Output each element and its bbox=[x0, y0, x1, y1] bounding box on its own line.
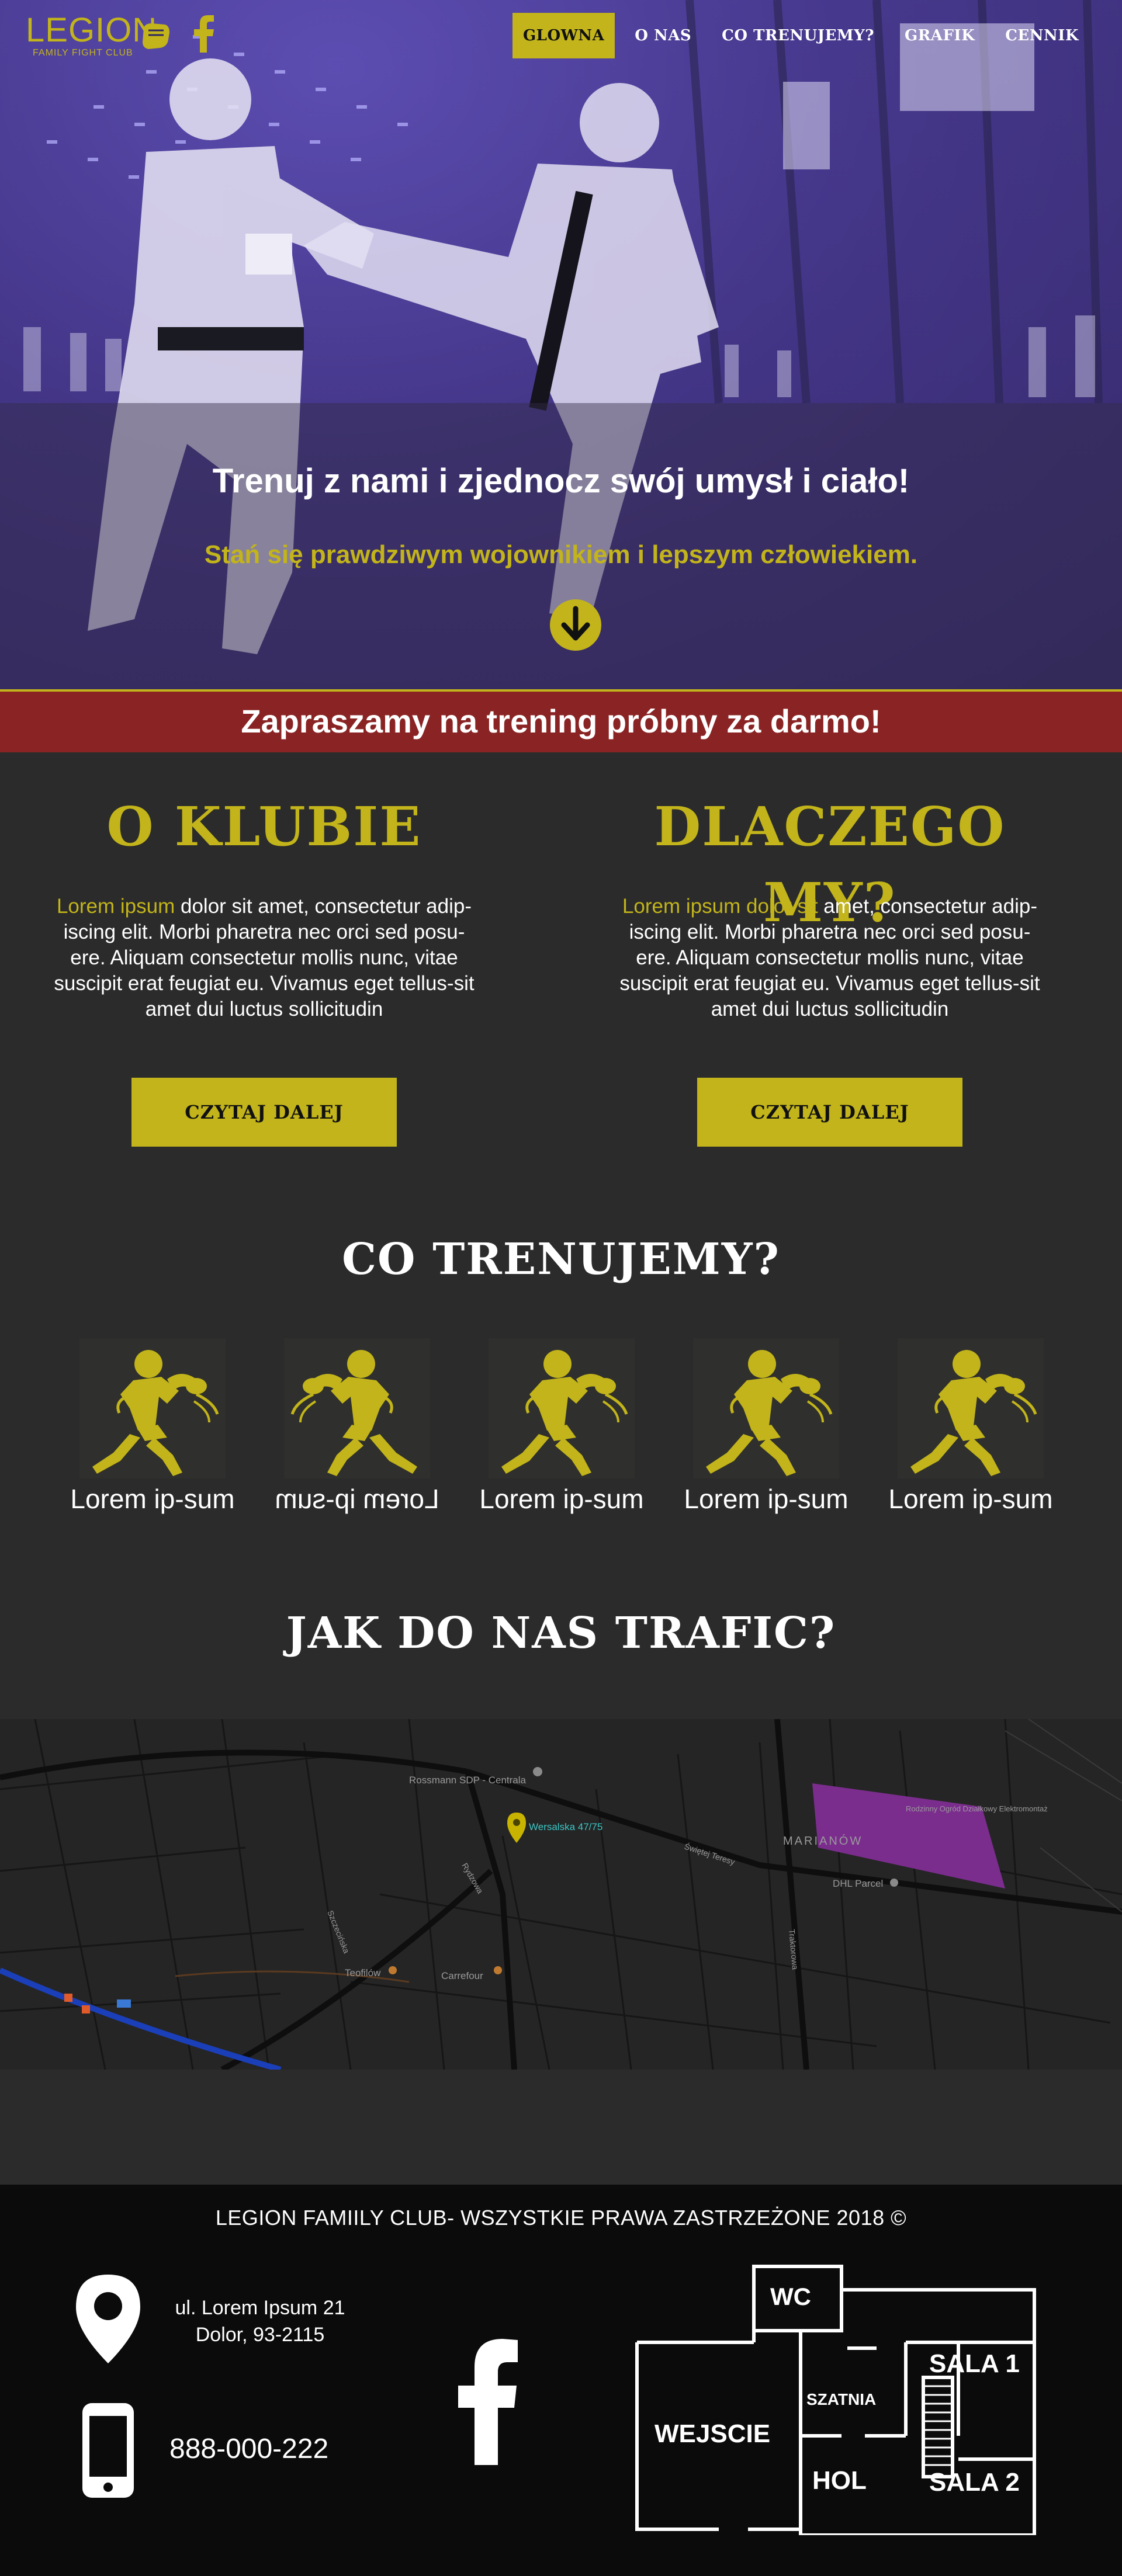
training-card-label: Lorem ip-sum bbox=[70, 1484, 235, 1514]
facebook-icon[interactable] bbox=[456, 2337, 520, 2465]
footer-copyright: LEGION FAMIILY CLUB- WSZYSTKIE PRAWA ZAS… bbox=[215, 2206, 907, 2230]
training-card-label: Lorem ip-sum bbox=[479, 1484, 644, 1514]
hero-title: Trenuj z nami i zjednocz swój umysł i ci… bbox=[212, 462, 910, 500]
facebook-icon[interactable] bbox=[192, 15, 215, 53]
floor-plan: WC SALA 1 SZATNIA WEJSCIE HOL SALA 2 bbox=[631, 2261, 1040, 2537]
map-label-place: Teofilów bbox=[345, 1967, 381, 1978]
boxer-icon bbox=[284, 1338, 430, 1478]
nav-item-cennik[interactable]: CENNIK bbox=[995, 13, 1089, 58]
footer-phone[interactable]: 888-000-222 bbox=[169, 2433, 328, 2465]
nav-item-o-nas[interactable]: O NAS bbox=[624, 13, 702, 58]
floorplan-sala-1: SALA 1 bbox=[929, 2349, 1020, 2378]
boxer-icon bbox=[79, 1338, 226, 1478]
footer: LEGION FAMIILY CLUB- WSZYSTKIE PRAWA ZAS… bbox=[0, 2185, 1122, 2576]
nav-item-glowna[interactable]: GLOWNA bbox=[512, 13, 615, 58]
why-us-column: DLACZEGO MY? Lorem ipsum dolor sit amet,… bbox=[608, 752, 1052, 1147]
map-label-shop1: Rossmann SDP - Centrala bbox=[409, 1775, 527, 1786]
hero-subtitle: Stań się prawdziwym wojownikiem i lepszy… bbox=[204, 540, 918, 569]
nav-item-co-trenujemy[interactable]: CO TRENUJEMY? bbox=[711, 13, 885, 58]
map-label-shop2: Carrefour bbox=[441, 1970, 483, 1981]
map-label-pin: Wersalska 47/75 bbox=[529, 1821, 602, 1832]
training-card-image bbox=[693, 1338, 839, 1478]
training-card[interactable]: Lorem ip-sum bbox=[465, 1338, 658, 1525]
floorplan-sala-2: SALA 2 bbox=[929, 2468, 1020, 2497]
boxer-icon bbox=[898, 1338, 1044, 1478]
footer-address: ul. Lorem Ipsum 21 Dolor, 93-2115 bbox=[167, 2294, 354, 2348]
why-us-title: DLACZEGO MY? bbox=[654, 795, 1006, 934]
training-card[interactable]: Lorem ip-sum bbox=[874, 1338, 1067, 1525]
free-trial-banner: Zapraszamy na trening próbny za darmo! bbox=[0, 689, 1122, 752]
why-us-highlight: Lorem ipsum dolor sit bbox=[622, 895, 818, 918]
phone-icon bbox=[82, 2403, 134, 2498]
training-card-label: Lorem ip-sum bbox=[684, 1484, 849, 1514]
floorplan-wejscie: WEJSCIE bbox=[654, 2419, 771, 2448]
training-card-image bbox=[898, 1338, 1044, 1478]
training-cards: Lorem ip-sum Lorem ip-sum Lorem ip-sum L… bbox=[56, 1338, 1066, 1525]
about-club-column: O KLUBIE Lorem ipsum dolor sit amet, con… bbox=[42, 752, 486, 1147]
why-us-text: Lorem ipsum dolor sit amet, consectetur … bbox=[614, 894, 1046, 1022]
training-card-image bbox=[79, 1338, 226, 1478]
location-pin-icon bbox=[76, 2275, 140, 2363]
address-line-2: Dolor, 93-2115 bbox=[195, 2324, 325, 2346]
training-card-image bbox=[284, 1338, 430, 1478]
boxer-icon bbox=[489, 1338, 635, 1478]
floorplan-wc: WC bbox=[770, 2283, 811, 2310]
map-embed[interactable]: Rossmann SDP - Centrala MARIANÓW DHL Par… bbox=[0, 1719, 1122, 2070]
main-navigation: GLOWNA O NAS CO TRENUJEMY? GRAFIK CENNIK bbox=[512, 13, 1089, 58]
about-club-title: O KLUBIE bbox=[106, 795, 422, 858]
top-navigation-bar: LEGION FAMILY FIGHT CLUB GLOWNA O NAS CO… bbox=[0, 0, 1122, 70]
training-card[interactable]: Lorem ip-sum bbox=[670, 1338, 863, 1525]
nav-item-grafik[interactable]: GRAFIK bbox=[894, 13, 985, 58]
about-club-read-more-button[interactable]: CZYTAJ DALEJ bbox=[131, 1078, 397, 1147]
logo-subtitle: FAMILY FIGHT CLUB bbox=[33, 48, 133, 58]
boxing-glove-icon bbox=[143, 23, 169, 49]
floorplan-szatnia: SZATNIA bbox=[806, 2390, 877, 2408]
map-spacer bbox=[0, 2070, 1122, 2185]
training-card[interactable]: Lorem ip-sum bbox=[56, 1338, 249, 1525]
training-card-label: Lorem ip-sum bbox=[888, 1484, 1053, 1514]
location-title: JAK DO NAS TRAFIC? bbox=[286, 1608, 836, 1658]
about-section: O KLUBIE Lorem ipsum dolor sit amet, con… bbox=[0, 752, 1122, 1205]
logo-text: LEGION bbox=[26, 11, 158, 49]
location-header: JAK DO NAS TRAFIC? bbox=[0, 1556, 1122, 1719]
map-canvas[interactable]: Rossmann SDP - Centrala MARIANÓW DHL Par… bbox=[0, 1719, 1122, 2070]
logo[interactable]: LEGION FAMILY FIGHT CLUB bbox=[26, 11, 178, 63]
hero-section: LEGION FAMILY FIGHT CLUB GLOWNA O NAS CO… bbox=[0, 0, 1122, 689]
floorplan-hol: HOL bbox=[812, 2466, 867, 2495]
training-card-image bbox=[489, 1338, 635, 1478]
address-line-1: ul. Lorem Ipsum 21 bbox=[175, 2297, 345, 2319]
map-label-garden: Rodzinny Ogród Działkowy Elektromontaż bbox=[906, 1804, 1048, 1813]
arrow-down-icon[interactable] bbox=[550, 599, 601, 651]
map-label-district: MARIANÓW bbox=[783, 1834, 863, 1848]
why-us-read-more-button[interactable]: CZYTAJ DALEJ bbox=[697, 1078, 962, 1147]
about-club-text: Lorem ipsum dolor sit amet, consectetur … bbox=[48, 894, 480, 1022]
training-card-label: Lorem ip-sum bbox=[275, 1484, 439, 1514]
boxer-icon bbox=[693, 1338, 839, 1478]
training-card[interactable]: Lorem ip-sum bbox=[261, 1338, 453, 1525]
map-label-parcel: DHL Parcel bbox=[833, 1878, 883, 1889]
training-title: CO TRENUJEMY? bbox=[342, 1234, 780, 1284]
training-section: CO TRENUJEMY? Lorem ip-sum Lorem ip-sum … bbox=[0, 1205, 1122, 1556]
about-club-highlight: Lorem ipsum bbox=[56, 895, 175, 918]
